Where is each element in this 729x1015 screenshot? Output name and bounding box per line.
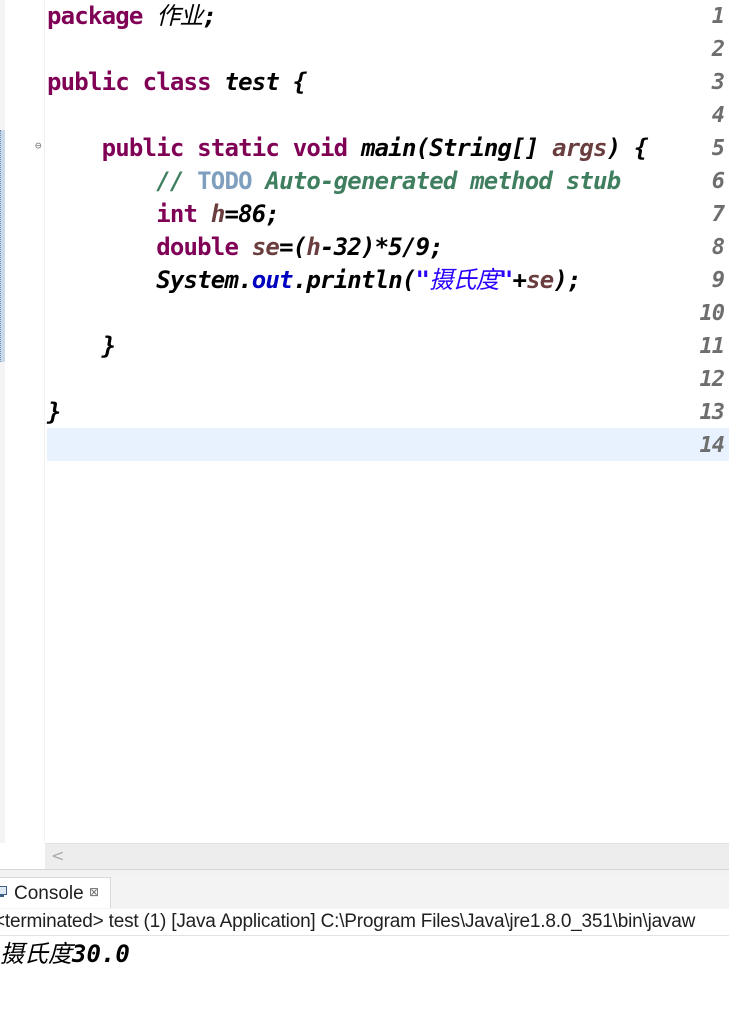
code-line-5: public static void main(String[] args) { xyxy=(47,132,649,165)
output-label: 摄氏度 xyxy=(0,940,72,968)
line-number: 5 xyxy=(711,136,725,161)
operator: + xyxy=(512,266,527,294)
current-line-highlight xyxy=(47,428,729,461)
horizontal-scrollbar[interactable]: < xyxy=(45,843,729,869)
console-output[interactable]: 摄氏度30.0 xyxy=(0,937,729,1015)
code-line-8: double se=(h-32)*5/9; xyxy=(47,231,443,264)
line-number: 4 xyxy=(711,103,725,128)
line-number: 9 xyxy=(711,268,725,293)
console-view-header: Console ⊠ xyxy=(0,875,729,909)
string-quote: " xyxy=(415,266,430,294)
line-number: 12 xyxy=(699,367,726,392)
local-variable: h xyxy=(306,233,321,261)
line-number: 7 xyxy=(711,202,725,227)
code-line-3: public class test { xyxy=(47,66,307,99)
console-icon xyxy=(0,886,7,897)
local-variable: se xyxy=(251,233,280,261)
code-line-9: System.out.println("摄氏度"+se); xyxy=(47,264,581,297)
brace: { xyxy=(292,68,307,96)
string-literal: 摄氏度 xyxy=(429,266,499,294)
keyword: int xyxy=(156,200,198,228)
class-name: test xyxy=(224,68,280,96)
parameter: args xyxy=(552,134,607,162)
close-icon[interactable]: ⊠ xyxy=(89,878,99,907)
tab-console-label: Console xyxy=(14,883,84,904)
class-reference: System. xyxy=(156,266,252,294)
code-editor[interactable]: 1 2 3 4 5 6 7 8 9 10 11 12 13 14 ⊖ packa… xyxy=(0,0,729,843)
comment: Auto-generated method stub xyxy=(251,167,621,195)
keyword: package xyxy=(47,2,143,30)
keyword: void xyxy=(292,134,348,162)
punctuation: ; xyxy=(202,2,217,30)
punctuation: ); xyxy=(553,266,581,294)
line-number: 6 xyxy=(711,169,725,194)
tab-console[interactable]: Console ⊠ xyxy=(0,877,111,908)
expression: -32)*5/9; xyxy=(320,233,444,261)
code-line-13: } xyxy=(47,396,61,429)
static-field: out xyxy=(251,266,294,294)
method-signature: main(String[] xyxy=(361,134,539,162)
line-number: 14 xyxy=(699,433,726,458)
line-number: 1 xyxy=(711,4,725,29)
brace: } xyxy=(47,398,61,426)
code-line-7: int h=86; xyxy=(47,198,280,231)
todo-tag: TODO xyxy=(197,167,252,195)
chevron-left-icon[interactable]: < xyxy=(51,844,65,868)
string-quote: " xyxy=(498,266,513,294)
line-number: 8 xyxy=(711,235,725,260)
brace: } xyxy=(101,332,116,360)
keyword: double xyxy=(156,233,239,261)
comment: // xyxy=(156,167,198,195)
keyword: class xyxy=(142,68,212,96)
punctuation: ) { xyxy=(606,134,649,162)
output-value: 30.0 xyxy=(72,940,130,968)
keyword: static xyxy=(197,134,280,162)
line-number-gutter xyxy=(5,0,45,843)
package-name: 作业 xyxy=(156,2,203,30)
keyword: public xyxy=(101,134,185,162)
code-line-6: // TODO Auto-generated method stub xyxy=(47,165,621,198)
local-variable: h xyxy=(210,200,225,228)
line-number: 10 xyxy=(699,301,726,326)
process-status: <terminated> test (1) [Java Application]… xyxy=(0,911,696,932)
code-line-11: } xyxy=(47,330,116,363)
line-number: 3 xyxy=(711,70,725,95)
method-call: .println( xyxy=(292,266,417,294)
code-line-1: package 作业; xyxy=(47,0,217,33)
line-number: 11 xyxy=(699,334,726,359)
eclipse-window: 1 2 3 4 5 6 7 8 9 10 11 12 13 14 ⊖ packa… xyxy=(0,0,729,1015)
keyword: public xyxy=(47,68,130,96)
output-line: 摄氏度30.0 xyxy=(0,937,130,971)
expression: =86; xyxy=(224,200,280,228)
line-number: 13 xyxy=(699,400,726,425)
fold-collapse-icon[interactable]: ⊖ xyxy=(35,140,42,152)
console-status-line: <terminated> test (1) [Java Application]… xyxy=(0,909,729,936)
line-number: 2 xyxy=(711,37,725,62)
expression: =( xyxy=(279,233,307,261)
local-variable: se xyxy=(526,266,554,294)
